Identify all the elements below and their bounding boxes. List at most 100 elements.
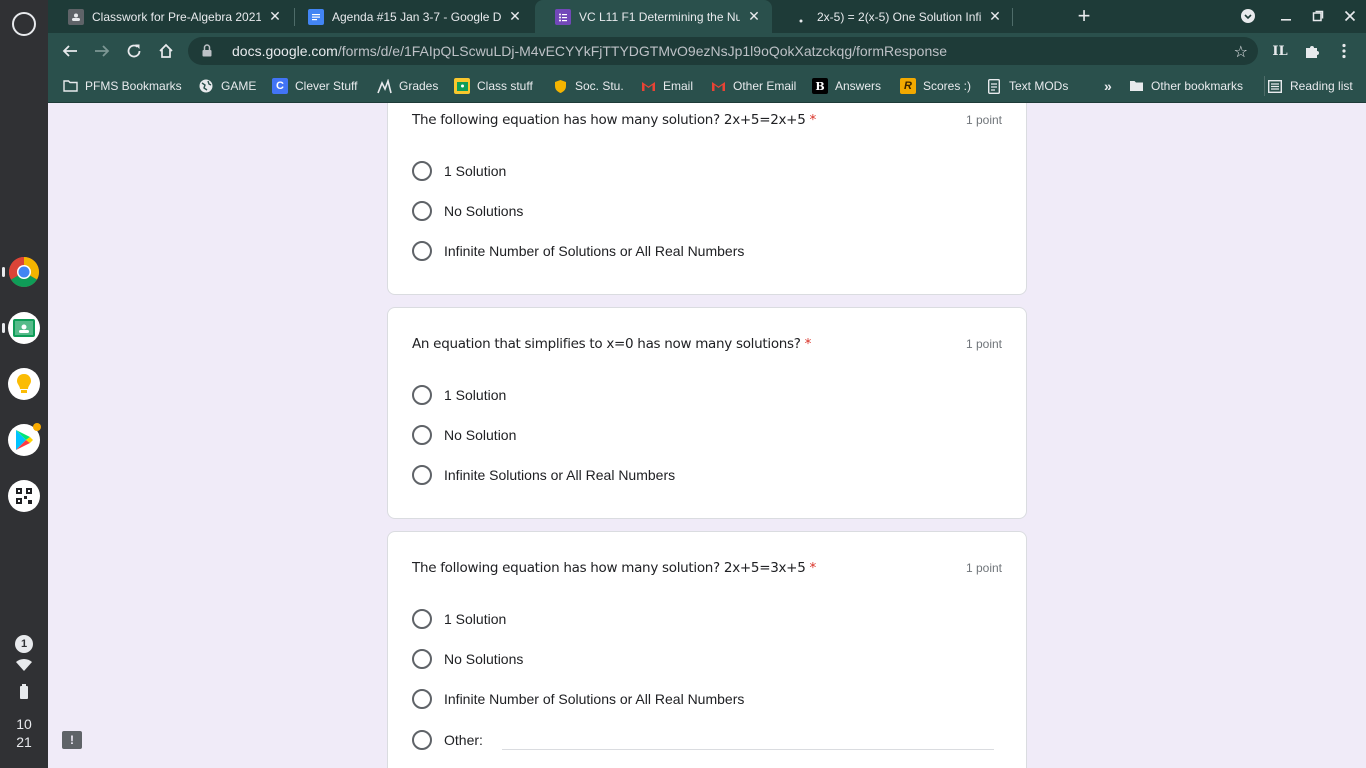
menu-kebab-icon[interactable]: [1334, 41, 1354, 61]
clock-hour[interactable]: 10: [0, 716, 48, 732]
radio-button[interactable]: [412, 609, 432, 629]
url-text[interactable]: docs.google.com/forms/d/e/1FAIpQLScwuLDj…: [232, 43, 947, 59]
radio-option[interactable]: No Solutions: [412, 647, 523, 671]
radio-option[interactable]: No Solution: [412, 423, 516, 447]
home-icon[interactable]: [154, 39, 178, 63]
close-window-icon[interactable]: [1340, 6, 1360, 26]
wifi-icon[interactable]: [0, 658, 48, 675]
tab-classwork[interactable]: Classwork for Pre-Algebra 2021- ✕: [48, 0, 293, 33]
bookmark-scores[interactable]: R Scores :): [900, 76, 971, 96]
extensions-puzzle-icon[interactable]: [1302, 41, 1322, 61]
question-points: 1 point: [965, 113, 1002, 127]
bookmark-soc-stu[interactable]: Soc. Stu.: [552, 76, 624, 96]
radio-button[interactable]: [412, 730, 432, 750]
forward-arrow-icon[interactable]: [90, 39, 114, 63]
lock-icon[interactable]: [202, 44, 216, 58]
close-icon[interactable]: ✕: [987, 8, 1003, 25]
radio-option[interactable]: Infinite Solutions or All Real Numbers: [412, 463, 675, 487]
bookmark-game[interactable]: GAME: [198, 76, 256, 96]
qr-app-icon[interactable]: [8, 480, 40, 512]
keep-app-icon[interactable]: [8, 368, 40, 400]
launcher-button[interactable]: [12, 12, 36, 36]
address-bar[interactable]: docs.google.com/forms/d/e/1FAIpQLScwuLDj…: [188, 37, 1258, 65]
radio-button[interactable]: [412, 649, 432, 669]
new-tab-button[interactable]: +: [1074, 5, 1094, 27]
running-indicator: [2, 267, 5, 277]
bookmark-star-icon[interactable]: ☆: [1234, 42, 1248, 62]
radio-option[interactable]: 1 Solution: [412, 383, 506, 407]
bookmark-other-bookmarks[interactable]: Other bookmarks: [1128, 76, 1243, 96]
question-text: The following equation has how many solu…: [412, 560, 806, 576]
reload-icon[interactable]: [122, 39, 146, 63]
option-label[interactable]: Other:: [444, 732, 483, 748]
back-arrow-icon[interactable]: [58, 39, 82, 63]
bookmark-label: Clever Stuff: [295, 79, 358, 93]
classroom-icon: [454, 78, 470, 94]
option-label[interactable]: Infinite Solutions or All Real Numbers: [444, 467, 675, 483]
close-icon[interactable]: ✕: [267, 8, 283, 25]
bookmarks-bar: PFMS Bookmarks GAME C Clever Stuff Grade…: [48, 70, 1366, 103]
radio-button[interactable]: [412, 161, 432, 181]
close-icon[interactable]: ✕: [746, 8, 762, 25]
tab-agenda[interactable]: Agenda #15 Jan 3-7 - Google Do ✕: [288, 0, 533, 33]
reading-list-button[interactable]: Reading list: [1264, 76, 1353, 96]
feedback-icon[interactable]: !: [62, 731, 82, 749]
notification-count-badge[interactable]: 1: [15, 635, 33, 653]
gmail-icon: [710, 78, 726, 94]
question-points: 1 point: [965, 561, 1002, 575]
play-store-app-icon[interactable]: [8, 423, 41, 456]
radio-button[interactable]: [412, 425, 432, 445]
option-label[interactable]: No Solution: [444, 427, 516, 443]
option-label[interactable]: Infinite Number of Solutions or All Real…: [444, 243, 744, 259]
bookmarks-overflow-chevron-icon[interactable]: »: [1104, 76, 1112, 96]
other-text-input[interactable]: [502, 749, 994, 750]
running-indicator: [2, 323, 5, 333]
extension-il-icon[interactable]: IL: [1270, 41, 1290, 61]
loading-icon: [793, 9, 809, 25]
question-text: The following equation has how many solu…: [412, 112, 806, 128]
bookmark-class-stuff[interactable]: Class stuff: [454, 76, 533, 96]
radio-button[interactable]: [412, 201, 432, 221]
close-icon[interactable]: ✕: [507, 8, 523, 25]
bookmark-pfms[interactable]: PFMS Bookmarks: [62, 76, 182, 96]
radio-button[interactable]: [412, 465, 432, 485]
bookmark-other-email[interactable]: Other Email: [710, 76, 796, 96]
tab-vc-l11[interactable]: VC L11 F1 Determining the Num ✕: [535, 0, 772, 33]
radio-option[interactable]: 1 Solution: [412, 159, 506, 183]
radio-button[interactable]: [412, 385, 432, 405]
battery-icon[interactable]: [0, 684, 48, 703]
chrome-app-icon[interactable]: [8, 256, 40, 288]
radio-button[interactable]: [412, 689, 432, 709]
clock-minute[interactable]: 21: [0, 734, 48, 750]
option-label[interactable]: No Solutions: [444, 651, 523, 667]
google-classroom-app-icon[interactable]: [8, 312, 40, 344]
option-label[interactable]: 1 Solution: [444, 611, 506, 627]
chromeos-shelf: 1 10 21: [0, 0, 48, 768]
bookmark-answers[interactable]: B Answers: [812, 76, 881, 96]
r-icon: R: [900, 78, 916, 94]
notification-dot: [33, 423, 41, 431]
required-asterisk: *: [809, 560, 816, 576]
restore-icon[interactable]: [1308, 6, 1328, 26]
bookmark-text-mods[interactable]: Text MODs: [986, 76, 1068, 96]
radio-option[interactable]: Infinite Number of Solutions or All Real…: [412, 239, 744, 263]
tab-search-icon[interactable]: [1238, 6, 1258, 26]
option-label[interactable]: Infinite Number of Solutions or All Real…: [444, 691, 744, 707]
radio-option-other[interactable]: Other:: [412, 728, 483, 752]
option-label[interactable]: 1 Solution: [444, 163, 506, 179]
bookmark-clever-stuff[interactable]: C Clever Stuff: [272, 76, 357, 96]
bookmark-grades[interactable]: Grades: [376, 76, 438, 96]
minimize-icon[interactable]: [1276, 6, 1296, 26]
radio-option[interactable]: No Solutions: [412, 199, 523, 223]
radio-option[interactable]: Infinite Number of Solutions or All Real…: [412, 687, 744, 711]
radio-button[interactable]: [412, 241, 432, 261]
tab-separator: [1012, 8, 1013, 26]
bookmark-email[interactable]: Email: [640, 76, 693, 96]
tab-equation[interactable]: 2x-5) = 2(x-5) One Solution Infini ✕: [773, 0, 1013, 33]
classroom-icon: [68, 8, 84, 25]
bookmark-label: Grades: [399, 79, 439, 93]
option-label[interactable]: 1 Solution: [444, 387, 506, 403]
option-label[interactable]: No Solutions: [444, 203, 523, 219]
url-path: /forms/d/e/1FAIpQLScwuLDj-M4vECYYkFjTTYD…: [337, 43, 948, 59]
radio-option[interactable]: 1 Solution: [412, 607, 506, 631]
